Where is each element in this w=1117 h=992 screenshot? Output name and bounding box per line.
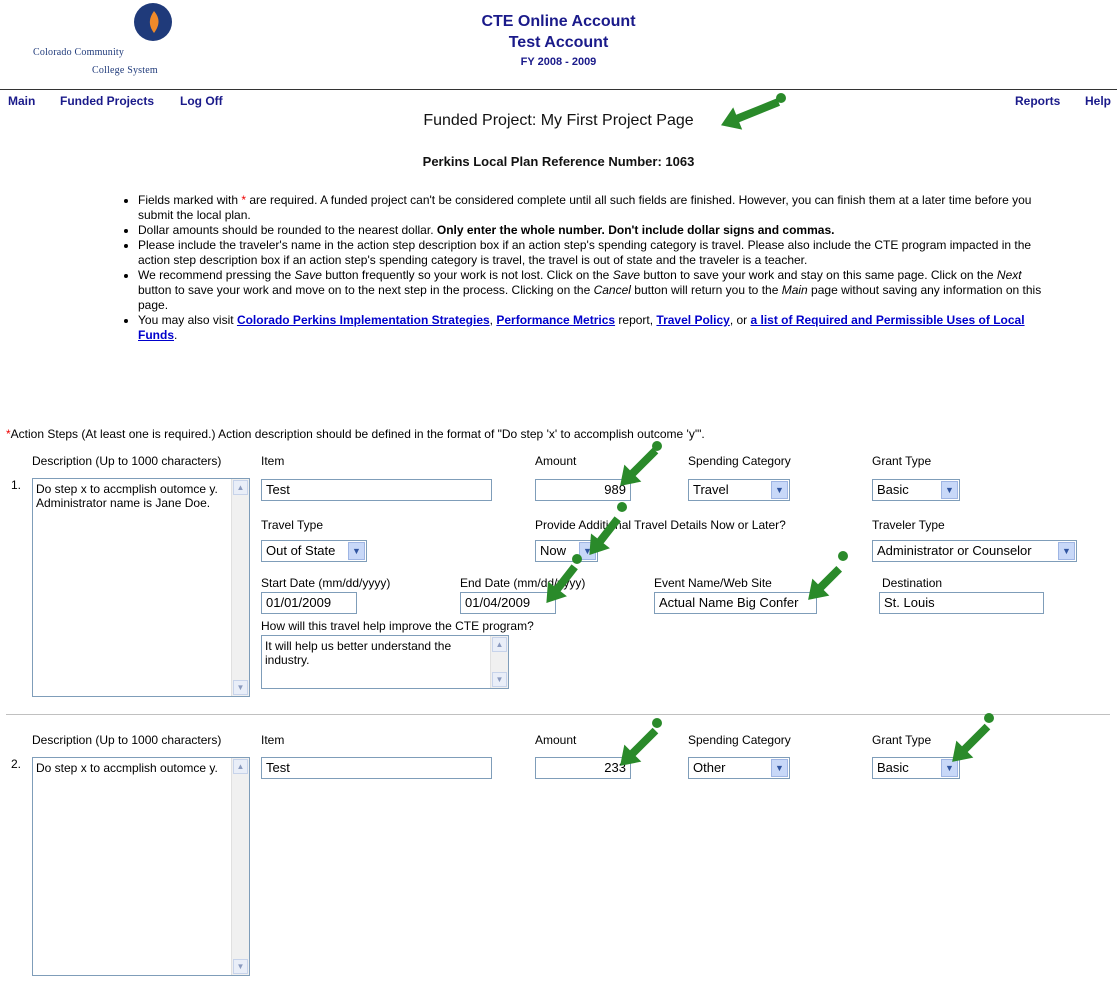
page-title: Funded Project: My First Project Page — [423, 112, 694, 129]
scrollbar[interactable]: ▲ ▼ — [490, 636, 508, 688]
step-divider — [6, 714, 1110, 715]
label-item: Item — [261, 733, 285, 747]
instructions-list: Fields marked with * are required. A fun… — [120, 193, 1058, 343]
chevron-down-icon: ▼ — [348, 542, 365, 560]
scroll-up-icon: ▲ — [233, 480, 248, 495]
annotation-arrow-icon — [815, 565, 843, 593]
scroll-up-icon: ▲ — [492, 637, 507, 652]
scroll-up-icon: ▲ — [233, 759, 248, 774]
label-amount: Amount — [535, 454, 577, 468]
chevron-down-icon: ▼ — [771, 481, 788, 499]
item-input[interactable]: Test — [261, 479, 492, 501]
label-details-now-later: Provide Additional Travel Details Now or… — [535, 518, 786, 532]
annotation-dot-icon — [838, 551, 848, 561]
label-description: Description (Up to 1000 characters) — [32, 733, 222, 747]
instruction-links: You may also visit Colorado Perkins Impl… — [138, 313, 1058, 343]
scrollbar[interactable]: ▲ ▼ — [231, 758, 249, 975]
label-how-help: How will this travel help improve the CT… — [261, 619, 534, 633]
traveler-type-select[interactable]: Administrator or Counselor ▼ — [872, 540, 1077, 562]
step-number: 1. — [11, 478, 22, 492]
description-textarea[interactable]: Do step x to accmplish outomce y. Admini… — [32, 478, 250, 697]
link-implementation-strategies[interactable]: Colorado Perkins Implementation Strategi… — [237, 313, 490, 327]
label-destination: Destination — [882, 576, 943, 590]
nav-reports-link[interactable]: Reports — [1015, 94, 1060, 108]
label-travel-type: Travel Type — [261, 518, 324, 532]
annotation-dot-icon — [776, 93, 786, 103]
instruction-dollar-amounts: Dollar amounts should be rounded to the … — [138, 223, 1058, 238]
annotation-dot-icon — [617, 502, 627, 512]
grant-type-select[interactable]: Basic ▼ — [872, 479, 960, 501]
label-event-name: Event Name/Web Site — [654, 576, 772, 590]
label-item: Item — [261, 454, 285, 468]
annotation-dot-icon — [652, 441, 662, 451]
header-divider — [0, 89, 1117, 90]
label-spending-category: Spending Category — [688, 733, 791, 747]
start-date-input[interactable]: 01/01/2009 — [261, 592, 357, 614]
scroll-down-icon: ▼ — [233, 680, 248, 695]
account-name: Test Account — [508, 34, 609, 51]
nav-funded-projects-link[interactable]: Funded Projects — [60, 94, 154, 108]
nav-log-off-link[interactable]: Log Off — [180, 94, 223, 108]
annotation-arrow-icon — [959, 723, 991, 755]
scrollbar[interactable]: ▲ ▼ — [231, 479, 249, 696]
annotation-arrow-icon — [627, 447, 659, 479]
chevron-down-icon: ▼ — [1058, 542, 1075, 560]
event-name-input[interactable]: Actual Name Big Confer — [654, 592, 817, 614]
scroll-down-icon: ▼ — [492, 672, 507, 687]
annotation-dot-icon — [572, 554, 582, 564]
instruction-required-fields: Fields marked with * are required. A fun… — [138, 193, 1058, 223]
annotation-arrow-icon — [627, 727, 659, 759]
instruction-save-buttons: We recommend pressing the Save button fr… — [138, 268, 1058, 313]
item-input[interactable]: Test — [261, 757, 492, 779]
scroll-down-icon: ▼ — [233, 959, 248, 974]
destination-input[interactable]: St. Louis — [879, 592, 1044, 614]
link-travel-policy[interactable]: Travel Policy — [656, 313, 729, 327]
label-grant-type: Grant Type — [872, 733, 932, 747]
nav-main-link[interactable]: Main — [8, 94, 35, 108]
label-spending-category: Spending Category — [688, 454, 791, 468]
grant-type-select[interactable]: Basic ▼ — [872, 757, 960, 779]
label-amount: Amount — [535, 733, 577, 747]
label-start-date: Start Date (mm/dd/yyyy) — [261, 576, 391, 590]
app-title: CTE Online Account — [481, 13, 636, 30]
how-help-textarea[interactable]: It will help us better understand the in… — [261, 635, 509, 689]
instruction-traveler-name: Please include the traveler's name in th… — [138, 238, 1058, 268]
annotation-dot-icon — [984, 713, 994, 723]
action-steps-heading: *Action Steps (At least one is required.… — [6, 427, 705, 441]
spending-category-select[interactable]: Other ▼ — [688, 757, 790, 779]
step-number: 2. — [11, 757, 22, 771]
label-traveler-type: Traveler Type — [872, 518, 945, 532]
plan-reference-number: Perkins Local Plan Reference Number: 106… — [422, 154, 695, 169]
label-grant-type: Grant Type — [872, 454, 932, 468]
fiscal-year: FY 2008 - 2009 — [520, 56, 597, 68]
link-performance-metrics[interactable]: Performance Metrics — [496, 313, 615, 327]
travel-type-select[interactable]: Out of State ▼ — [261, 540, 367, 562]
spending-category-select[interactable]: Travel ▼ — [688, 479, 790, 501]
description-textarea[interactable]: Do step x to accmplish outomce y. ▲ ▼ — [32, 757, 250, 976]
annotation-dot-icon — [652, 718, 662, 728]
chevron-down-icon: ▼ — [771, 759, 788, 777]
label-description: Description (Up to 1000 characters) — [32, 454, 222, 468]
nav-help-link[interactable]: Help — [1085, 94, 1111, 108]
chevron-down-icon: ▼ — [941, 481, 958, 499]
